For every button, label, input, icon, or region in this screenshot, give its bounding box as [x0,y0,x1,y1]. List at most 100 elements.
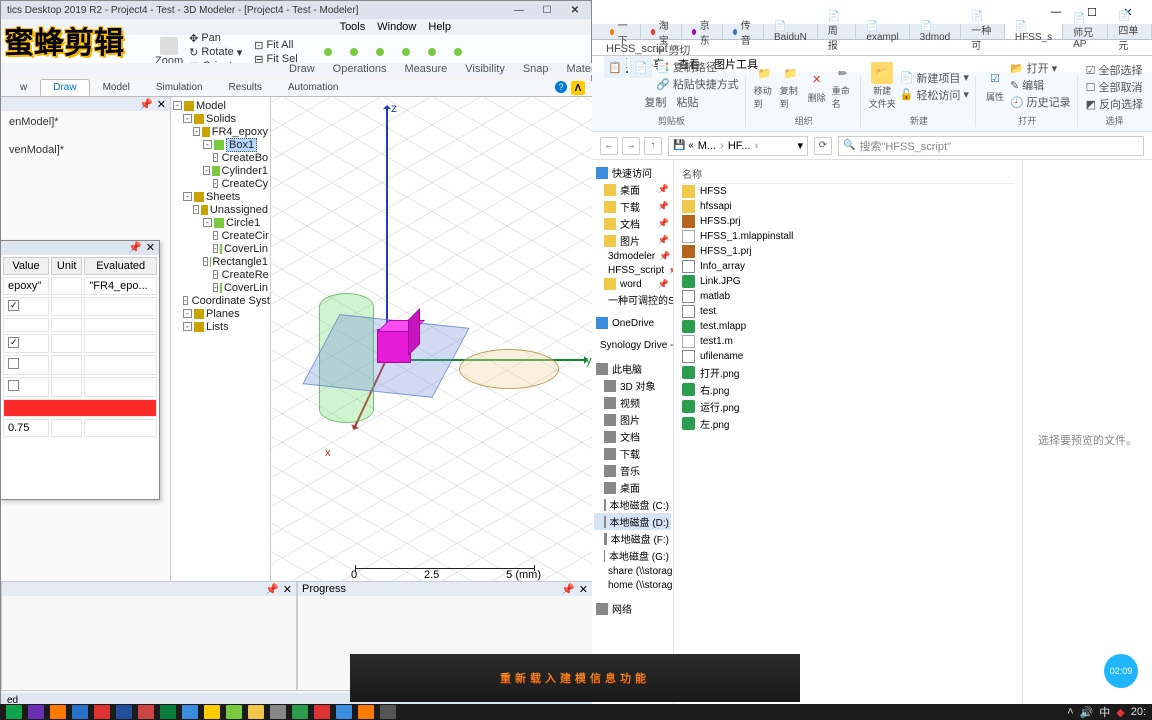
nav-item[interactable]: 3dmodeler📌 [594,249,671,263]
task-icon[interactable] [248,705,264,719]
tree-node[interactable]: - Box1 [173,138,268,151]
nav-thispc[interactable]: 此电脑 [594,360,671,377]
menu-window[interactable]: Window [377,21,416,33]
browser-tab[interactable]: 📄 BaiduN [764,24,818,39]
tree-node[interactable]: - Planes [173,307,268,320]
task-icon[interactable] [138,705,154,719]
open-button[interactable]: 📂 打开 ▾ [1010,60,1071,76]
col-evaluated[interactable]: Evaluated [84,257,157,275]
maximize-button[interactable]: ☐ [537,3,557,17]
nav-item[interactable]: 一种可调控的SIW谐📌 [594,291,671,308]
file-item[interactable]: test1.m [682,334,1014,349]
tree-node[interactable]: - FR4_epoxy [173,125,268,138]
file-item[interactable]: test.mlapp [682,319,1014,334]
properties-pane[interactable]: 📌✕ Value Unit Evaluated epoxy""FR4_epo..… [0,240,160,500]
tab-results[interactable]: Results [216,79,275,96]
menu-help[interactable]: Help [428,21,451,33]
selectnone-button[interactable]: ☐ 全部取消 [1086,79,1143,95]
browser-tab[interactable]: 📄 周报 [818,24,857,39]
menu-tools[interactable]: Tools [340,21,366,33]
nav-item[interactable]: home (\\storage.f [594,578,671,592]
close-icon[interactable]: ✕ [579,583,588,596]
pin-icon[interactable]: 📌 [128,241,142,255]
file-item[interactable]: 运行.png [682,398,1014,415]
tree-node[interactable]: - Rectangle1 [173,255,268,268]
file-item[interactable]: hfssapi [682,199,1014,214]
nav-item[interactable]: 视频 [594,394,671,411]
task-icon[interactable] [94,705,110,719]
rotate-tool[interactable]: ↻ Rotate ▾ [189,46,242,59]
copypath-button[interactable]: 📑 复制路径 [656,59,739,75]
search-input[interactable]: 🔍 搜索"HFSS_script" [838,136,1144,156]
nav-item[interactable]: 桌面📌 [594,181,671,198]
tree-node[interactable]: - Coordinate Systems [173,294,268,307]
file-item[interactable]: 右.png [682,381,1014,398]
cut-button[interactable]: ✂ 剪切 [656,42,739,58]
task-icon[interactable] [182,705,198,719]
table-row[interactable] [3,377,157,397]
column-name[interactable]: 名称 [682,164,1014,184]
nav-network[interactable]: 网络 [594,600,671,617]
tree-node[interactable]: - Circle1 [173,216,268,229]
invert-button[interactable]: ◩ 反向选择 [1086,96,1143,112]
paste-icon[interactable]: 📄 [630,56,652,78]
nav-item[interactable]: 图片📌 [594,232,671,249]
refresh-button[interactable]: ⟳ [814,137,832,155]
file-item[interactable]: 左.png [682,415,1014,432]
tree-node[interactable]: - Unassigned [173,203,268,216]
close-button[interactable]: ✕ [565,3,585,17]
nav-item[interactable]: 音乐 [594,462,671,479]
browser-tab[interactable]: 京东 [682,24,723,39]
fitall-tool[interactable]: ⊡ Fit All [254,39,297,52]
task-icon[interactable] [358,705,374,719]
nav-item[interactable]: 文档📌 [594,215,671,232]
nav-item[interactable]: 下载 [594,445,671,462]
file-item[interactable]: Link.JPG [682,274,1014,289]
history-button[interactable]: 🕘 历史记录 [1010,94,1071,110]
table-row[interactable]: 0.75 [3,419,157,437]
browser-tab[interactable]: 一下 [600,24,641,39]
nav-item[interactable]: share (\\storage.fv [594,564,671,578]
box-shape[interactable] [377,329,411,363]
pin-icon[interactable]: 📌 [265,583,279,596]
task-icon[interactable] [292,705,308,719]
back-button[interactable]: ← [600,137,618,155]
nav-item[interactable]: 图片 [594,411,671,428]
forward-button[interactable]: → [622,137,640,155]
tree-node[interactable]: - CreateBo [173,151,268,164]
task-icon[interactable] [72,705,88,719]
props-button[interactable]: ☑属性 [984,68,1006,103]
browser-tab[interactable]: 📄 HFSS_s [1005,24,1063,39]
file-item[interactable]: 打开.png [682,364,1014,381]
file-item[interactable]: Info_array [682,259,1014,274]
tray-ime[interactable]: 中 [1099,704,1110,720]
tree-node[interactable]: - Sheets [173,190,268,203]
task-icon[interactable] [380,705,396,719]
project-item[interactable]: enModel]* [3,115,168,129]
nav-item[interactable]: 本地磁盘 (G:) [594,547,671,564]
file-item[interactable]: ufilename [682,349,1014,364]
browser-tab[interactable]: 📄 3dmod [910,24,962,39]
tree-node[interactable]: - CoverLin [173,281,268,294]
newitem-button[interactable]: 📄 新建项目 ▾ [900,70,969,86]
task-icon[interactable] [116,705,132,719]
tab-simulation[interactable]: Simulation [143,79,216,96]
task-icon[interactable] [50,705,66,719]
task-icon[interactable] [226,705,242,719]
browser-tab[interactable]: 淘宝 [641,24,682,39]
tree-root[interactable]: - Model [173,99,268,112]
pasteshort-button[interactable]: 🔗 粘贴快捷方式 [656,76,739,92]
delete-button[interactable]: ✕删除 [806,69,828,104]
task-icon[interactable] [28,705,44,719]
nav-onedrive[interactable]: OneDrive [594,316,671,330]
table-row[interactable] [3,399,157,417]
nav-synology[interactable]: Synology Drive - FV [594,338,671,352]
task-icon[interactable] [204,705,220,719]
tree-node[interactable]: - CreateRe [173,268,268,281]
nav-item[interactable]: 本地磁盘 (D:) [594,513,671,530]
col-unit[interactable]: Unit [51,257,82,275]
table-row[interactable] [3,334,157,353]
close-pane-icon[interactable]: ✕ [157,98,166,111]
task-icon[interactable] [336,705,352,719]
tray-time[interactable]: 20: [1131,706,1146,718]
